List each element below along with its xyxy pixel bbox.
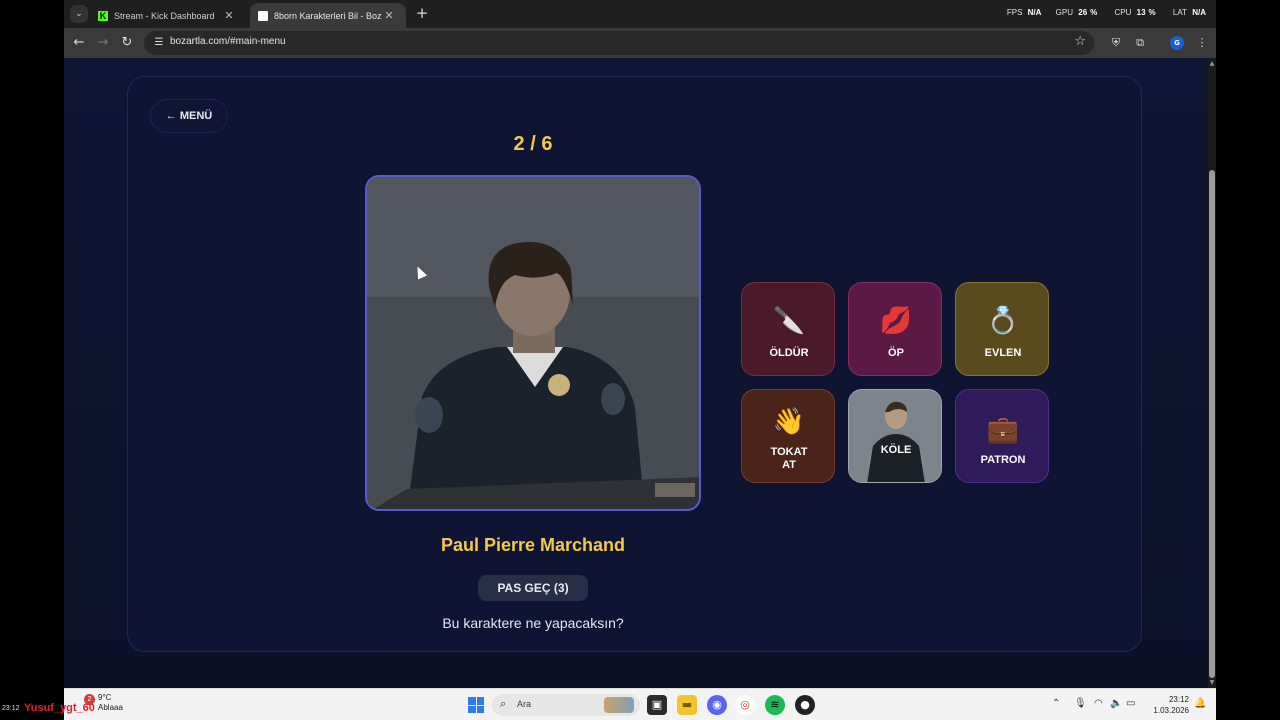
briefcase-icon: 💼 — [986, 414, 1020, 444]
extensions-icon[interactable]: ⧉ — [1132, 35, 1148, 51]
character-photo — [849, 390, 941, 482]
gpu-value: 26 — [1078, 8, 1088, 17]
clock-time: 23:12 — [1168, 695, 1189, 704]
windows-taskbar: 2 9°C Ablaaa ⌕ Ara ▣ ▬ ◉ ◎ ≋ ● ⌃ 🎙 ◠ 🔈 ▭… — [64, 688, 1216, 720]
shield-icon[interactable]: ⛨ — [1108, 35, 1124, 51]
action-marry-button[interactable]: 💍 EVLEN — [955, 282, 1049, 376]
tab-kick-dashboard[interactable]: K Stream - Kick Dashboard ✕ — [90, 3, 246, 28]
microphone-icon[interactable]: 🎙 — [1074, 698, 1087, 709]
percent-sign: % — [1090, 8, 1098, 17]
lat-value: N/A — [1192, 8, 1206, 17]
scroll-up-arrow[interactable]: ▲ — [1208, 60, 1216, 67]
lat-label: LAT — [1172, 8, 1187, 17]
kick-logo-icon: K — [98, 10, 108, 21]
clock-date: 1.03.2026 — [1153, 706, 1189, 715]
more-menu-icon[interactable]: ⋮ — [1194, 35, 1210, 51]
action-kiss-button[interactable]: 💋 ÖP — [848, 282, 942, 376]
action-label: ÖP — [888, 347, 904, 359]
back-button[interactable]: ← — [70, 34, 88, 52]
close-icon[interactable]: ✕ — [382, 9, 396, 22]
profile-avatar[interactable]: G — [1170, 36, 1184, 50]
obs-icon[interactable]: ● — [795, 695, 815, 715]
scroll-down-arrow[interactable]: ▼ — [1208, 679, 1216, 686]
chrome-icon[interactable]: ◎ — [735, 695, 755, 715]
new-tab-button[interactable]: + — [414, 6, 430, 22]
performance-overlay: FPS N/A GPU 26% CPU 13% LAT N/A — [1007, 8, 1206, 17]
notification-bell-icon[interactable]: 🔔 — [1194, 698, 1206, 709]
discord-icon[interactable]: ◉ — [707, 695, 727, 715]
action-slave-button[interactable]: KÖLE — [848, 389, 942, 483]
action-label: EVLEN — [984, 347, 1022, 359]
character-name: Paul Pierre Marchand — [440, 535, 626, 555]
knife-icon: 🔪 — [772, 305, 806, 335]
character-portrait — [365, 175, 701, 511]
tab-bar: ⌄ K Stream - Kick Dashboard ✕ 8born Kara… — [64, 0, 1216, 28]
waving-hand-icon: 👋 — [772, 406, 806, 436]
kiss-lips-icon: 💋 — [879, 305, 913, 335]
tab-title: Stream - Kick Dashboard — [114, 10, 215, 21]
action-slap-button[interactable]: 👋 TOKAT AT — [741, 389, 835, 483]
file-explorer-icon[interactable]: ▬ — [677, 695, 697, 715]
gpu-label: GPU — [1055, 8, 1074, 17]
search-placeholder: Ara — [517, 699, 532, 709]
weather-text: Ablaaa — [98, 703, 123, 712]
action-label: PATRON — [980, 454, 1026, 466]
action-label: KÖLE — [880, 444, 912, 456]
task-view-icon[interactable]: ▣ — [647, 695, 667, 715]
search-highlight-image — [604, 697, 634, 713]
back-to-menu-button[interactable]: ← MENÜ — [150, 99, 228, 133]
browser-window: ⌄ K Stream - Kick Dashboard ✕ 8born Kara… — [64, 0, 1216, 688]
page-viewport: ← MENÜ 2 / 6 Paul Pierre Marchand PAS GE… — [64, 58, 1208, 688]
question-text: Bu karaktere ne yapacaksın? — [442, 615, 624, 631]
battery-icon[interactable]: ▭ — [1126, 698, 1135, 709]
spotify-icon[interactable]: ≋ — [765, 695, 785, 715]
bookmark-star-icon[interactable]: ☆ — [1074, 34, 1086, 49]
weather-temp: 9°C — [98, 693, 112, 702]
system-clock[interactable]: 23:12 1.03.2026 — [1149, 694, 1189, 716]
volume-icon[interactable]: 🔈 — [1110, 698, 1122, 709]
browser-toolbar: ← → ↻ ☰ bozartla.com/#main-menu ☆ ⛨ ⧉ G … — [64, 28, 1216, 58]
question-counter: 2 / 6 — [513, 133, 553, 155]
game-card: ← MENÜ 2 / 6 Paul Pierre Marchand PAS GE… — [127, 76, 1142, 652]
page-scrollbar[interactable]: ▲ ▼ — [1208, 58, 1216, 688]
stream-overlay-username: Yusuf_ygt_60 — [24, 702, 95, 714]
action-kill-button[interactable]: 🔪 ÖLDÜR — [741, 282, 835, 376]
action-label: ÖLDÜR — [769, 347, 809, 359]
close-icon[interactable]: ✕ — [222, 9, 236, 22]
url-text[interactable]: bozartla.com/#main-menu — [170, 36, 286, 47]
ring-icon: 💍 — [986, 305, 1020, 335]
page-icon — [258, 10, 268, 21]
action-label: TOKAT AT — [770, 446, 808, 471]
weather-widget[interactable]: 2 9°C Ablaaa — [84, 693, 123, 713]
reload-button[interactable]: ↻ — [118, 34, 136, 52]
tab-search-button[interactable]: ⌄ — [70, 5, 88, 23]
search-icon: ⌕ — [500, 697, 507, 710]
police-officer-image — [367, 177, 699, 509]
tab-bozartla[interactable]: 8born Karakterleri Bil - Bozartla ✕ — [250, 3, 406, 28]
cpu-value: 13 — [1136, 8, 1146, 17]
site-info-icon[interactable]: ☰ — [152, 36, 166, 50]
forward-button[interactable]: → — [94, 34, 112, 52]
wifi-icon[interactable]: ◠ — [1094, 698, 1103, 709]
scrollbar-thumb[interactable] — [1209, 170, 1215, 678]
stream-overlay-time: 23:12 — [2, 705, 20, 712]
fps-label: FPS — [1006, 8, 1023, 17]
show-hidden-icons-chevron[interactable]: ⌃ — [1052, 698, 1060, 709]
windows-start-icon[interactable] — [468, 697, 484, 713]
fps-value: N/A — [1027, 8, 1042, 17]
taskbar-search[interactable]: ⌕ Ara — [492, 694, 640, 716]
action-boss-button[interactable]: 💼 PATRON — [955, 389, 1049, 483]
address-bar[interactable]: ☰ bozartla.com/#main-menu ☆ — [144, 31, 1094, 55]
cpu-label: CPU — [1114, 8, 1132, 17]
screen: ⌄ K Stream - Kick Dashboard ✕ 8born Kara… — [0, 0, 1280, 720]
skip-button[interactable]: PAS GEÇ (3) — [478, 575, 588, 601]
tab-title: 8born Karakterleri Bil - Bozartla — [274, 10, 382, 21]
percent-sign: % — [1148, 8, 1156, 17]
